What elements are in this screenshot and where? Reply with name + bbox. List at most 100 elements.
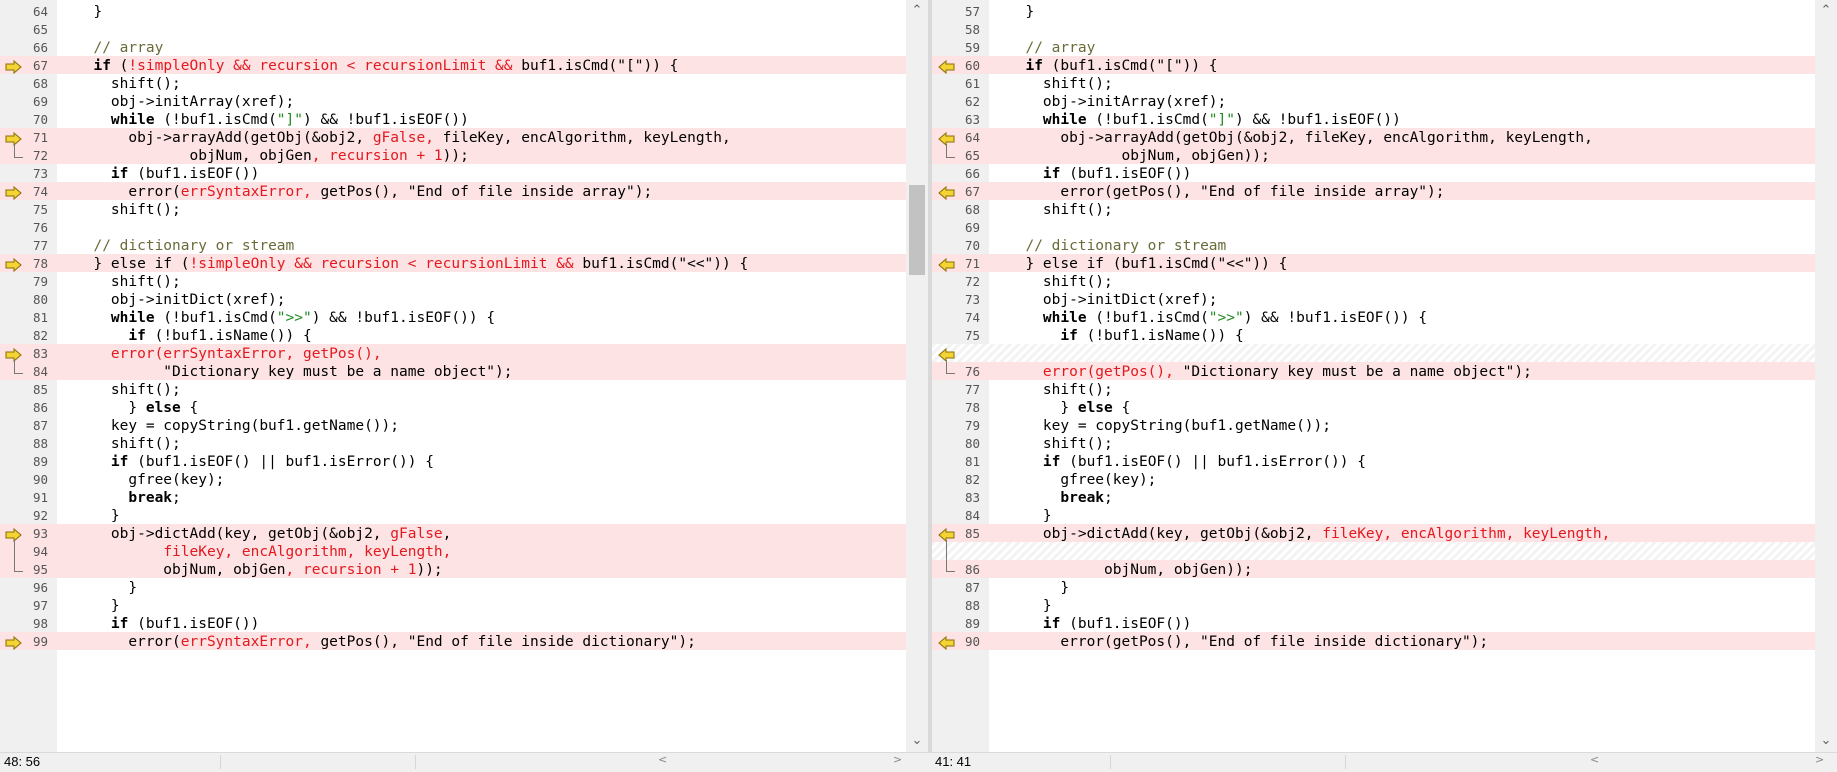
chevron-up-icon[interactable]: ⌃ <box>906 0 928 22</box>
code-line[interactable]: 62 obj->initArray(xref); <box>932 92 1837 110</box>
arrow-left-icon[interactable] <box>937 258 955 272</box>
code-line[interactable]: 97 } <box>0 596 906 614</box>
diff-line[interactable]: 71 } else if (buf1.isCmd("<<")) { <box>932 254 1837 272</box>
arrow-right-icon[interactable] <box>5 60 23 74</box>
code-line[interactable]: 82 gfree(key); <box>932 470 1837 488</box>
diff-line[interactable]: 86 objNum, objGen)); <box>932 560 1837 578</box>
chevron-down-icon[interactable]: ⌄ <box>1815 730 1837 752</box>
code-line[interactable]: 69 <box>932 218 1837 236</box>
code-line[interactable]: 68 shift(); <box>0 74 906 92</box>
code-line[interactable]: 57 } <box>932 2 1837 20</box>
line-number: 89 <box>32 454 48 469</box>
diff-highlight: fileKey, encAlgorithm, keyLength, <box>163 544 452 560</box>
arrow-right-icon[interactable] <box>5 186 23 200</box>
arrow-left-icon[interactable] <box>937 186 955 200</box>
right-vertical-scrollbar[interactable]: ⌃ ⌄ <box>1815 0 1837 752</box>
diff-line[interactable]: 99 error(errSyntaxError, getPos(), "End … <box>0 632 906 650</box>
code-line[interactable]: 86 } else { <box>0 398 906 416</box>
code-line[interactable]: 77 shift(); <box>932 380 1837 398</box>
arrow-right-icon[interactable] <box>5 258 23 272</box>
status-divider <box>220 755 221 769</box>
code-token: obj->arrayAdd(getObj(&obj2, fileKey, enc… <box>1008 130 1593 146</box>
diff-line[interactable]: 64 obj->arrayAdd(getObj(&obj2, fileKey, … <box>932 128 1837 146</box>
left-editor-pane[interactable]: 64 } 65 66 // array 67 if (!simpleOnly && r… <box>0 0 906 752</box>
code-line[interactable]: 96 } <box>0 578 906 596</box>
code-line[interactable]: 77 // dictionary or stream <box>0 236 906 254</box>
chevron-left-icon[interactable]: < <box>658 753 667 766</box>
diff-line[interactable]: 67 error(getPos(), "End of file inside a… <box>932 182 1837 200</box>
code-line[interactable]: 80 obj->initDict(xref); <box>0 290 906 308</box>
code-line[interactable]: 89 if (buf1.isEOF() || buf1.isError()) { <box>0 452 906 470</box>
diff-line[interactable]: 78 } else if (!simpleOnly && recursion <… <box>0 254 906 272</box>
diff-line[interactable]: 94 fileKey, encAlgorithm, keyLength, <box>0 542 906 560</box>
code-line[interactable]: 65 <box>0 20 906 38</box>
diff-filler-line[interactable] <box>932 344 1837 362</box>
right-editor-pane[interactable]: 57 } 58 59 // array 60 if (buf1.isCmd("["))… <box>932 0 1837 752</box>
arrow-left-icon[interactable] <box>937 636 955 650</box>
code-line[interactable]: 69 obj->initArray(xref); <box>0 92 906 110</box>
code-line[interactable]: 90 gfree(key); <box>0 470 906 488</box>
diff-line[interactable]: 60 if (buf1.isCmd("[")) { <box>932 56 1837 74</box>
chevron-right-icon[interactable]: > <box>1815 753 1824 766</box>
code-line[interactable]: 70 // dictionary or stream <box>932 236 1837 254</box>
chevron-up-icon[interactable]: ⌃ <box>1815 0 1837 22</box>
diff-line[interactable]: 76 error(getPos(), "Dictionary key must … <box>932 362 1837 380</box>
diff-line[interactable]: 84 "Dictionary key must be a name object… <box>0 362 906 380</box>
code-line[interactable]: 73 obj->initDict(xref); <box>932 290 1837 308</box>
code-line[interactable]: 66 if (buf1.isEOF()) <box>932 164 1837 182</box>
chevron-right-icon[interactable]: > <box>893 753 902 766</box>
code-line[interactable]: 81 if (buf1.isEOF() || buf1.isError()) { <box>932 452 1837 470</box>
left-vertical-scrollbar[interactable]: ⌃ ⌄ <box>906 0 928 752</box>
code-line[interactable]: 70 while (!buf1.isCmd("]") && !buf1.isEO… <box>0 110 906 128</box>
code-line[interactable]: 85 shift(); <box>0 380 906 398</box>
chevron-left-icon[interactable]: < <box>1590 753 1599 766</box>
diff-line[interactable]: 95 objNum, objGen, recursion + 1)); <box>0 560 906 578</box>
diff-line[interactable]: 85 obj->dictAdd(key, getObj(&obj2, fileK… <box>932 524 1837 542</box>
code-line[interactable]: 81 while (!buf1.isCmd(">>") && !buf1.isE… <box>0 308 906 326</box>
code-line[interactable]: 68 shift(); <box>932 200 1837 218</box>
code-line[interactable]: 79 shift(); <box>0 272 906 290</box>
code-line[interactable]: 80 shift(); <box>932 434 1837 452</box>
code-line[interactable]: 75 if (!buf1.isName()) { <box>932 326 1837 344</box>
code-line[interactable]: 75 shift(); <box>0 200 906 218</box>
code-line[interactable]: 87 } <box>932 578 1837 596</box>
code-line[interactable]: 74 while (!buf1.isCmd(">>") && !buf1.isE… <box>932 308 1837 326</box>
code-line[interactable]: 64 } <box>0 2 906 20</box>
arrow-right-icon[interactable] <box>5 636 23 650</box>
diff-line[interactable]: 67 if (!simpleOnly && recursion < recurs… <box>0 56 906 74</box>
code-line[interactable]: 88 } <box>932 596 1837 614</box>
diff-line[interactable]: 93 obj->dictAdd(key, getObj(&obj2, gFals… <box>0 524 906 542</box>
arrow-left-icon[interactable] <box>937 60 955 74</box>
chevron-down-icon[interactable]: ⌄ <box>906 730 928 752</box>
code-line[interactable]: 72 shift(); <box>932 272 1837 290</box>
code-line[interactable]: 59 // array <box>932 38 1837 56</box>
code-line[interactable]: 83 break; <box>932 488 1837 506</box>
diff-highlight: gFalse, <box>372 130 434 146</box>
code-line[interactable]: 73 if (buf1.isEOF()) <box>0 164 906 182</box>
diff-line[interactable]: 65 objNum, objGen)); <box>932 146 1837 164</box>
code-line[interactable]: 58 <box>932 20 1837 38</box>
diff-line[interactable]: 74 error(errSyntaxError, getPos(), "End … <box>0 182 906 200</box>
code-line[interactable]: 76 <box>0 218 906 236</box>
diff-line[interactable]: 71 obj->arrayAdd(getObj(&obj2, gFalse, f… <box>0 128 906 146</box>
code-line[interactable]: 98 if (buf1.isEOF()) <box>0 614 906 632</box>
diff-line[interactable]: 72 objNum, objGen, recursion + 1)); <box>0 146 906 164</box>
code-line[interactable]: 63 while (!buf1.isCmd("]") && !buf1.isEO… <box>932 110 1837 128</box>
code-line[interactable]: 88 shift(); <box>0 434 906 452</box>
code-line[interactable]: 89 if (buf1.isEOF()) <box>932 614 1837 632</box>
code-line[interactable]: 79 key = copyString(buf1.getName()); <box>932 416 1837 434</box>
code-line[interactable]: 82 if (!buf1.isName()) { <box>0 326 906 344</box>
code-line[interactable]: 78 } else { <box>932 398 1837 416</box>
left-scroll-thumb[interactable] <box>909 185 925 275</box>
code-line[interactable]: 66 // array <box>0 38 906 56</box>
code-line[interactable]: 92 } <box>0 506 906 524</box>
diff-filler-line[interactable] <box>932 542 1837 560</box>
code-line[interactable]: 61 shift(); <box>932 74 1837 92</box>
diff-line[interactable]: 83 error(errSyntaxError, getPos(), <box>0 344 906 362</box>
code-token: shift(); <box>76 274 181 290</box>
diff-line[interactable]: 90 error(getPos(), "End of file inside d… <box>932 632 1837 650</box>
code-line[interactable]: 84 } <box>932 506 1837 524</box>
code-line[interactable]: 91 break; <box>0 488 906 506</box>
code-line[interactable]: 87 key = copyString(buf1.getName()); <box>0 416 906 434</box>
code-token: (buf1.isEOF() || buf1.isError()) { <box>128 454 434 470</box>
